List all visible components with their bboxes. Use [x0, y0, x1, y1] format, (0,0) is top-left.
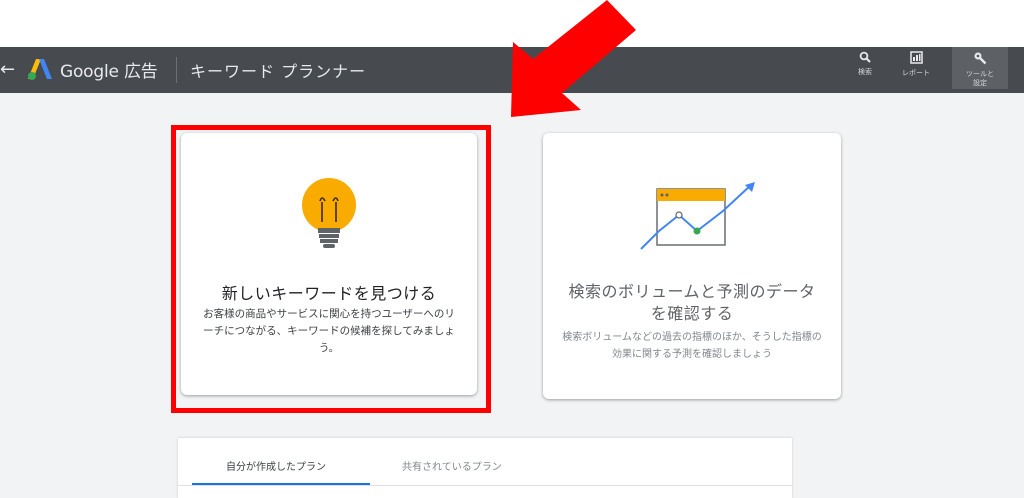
tab-shared-plans[interactable]: 共有されているプラン: [402, 458, 502, 473]
back-arrow-icon[interactable]: ←: [0, 59, 15, 80]
report-icon: [892, 51, 940, 68]
search-icon: [848, 51, 882, 67]
plans-tabs-panel: 自分が作成したプラン 共有されているプラン: [178, 438, 792, 498]
search-tool-label: 検索: [858, 68, 872, 76]
search-volume-forecast-description: 検索ボリュームなどの過去の指標のほか、そうした指標の効果に関する予測を確認しまし…: [562, 332, 822, 360]
tab-my-plans[interactable]: 自分が作成したプラン: [226, 458, 326, 473]
brand-name[interactable]: Google 広告: [60, 57, 158, 82]
tools-settings-label-2: 設定: [973, 79, 987, 87]
tools-settings-label-1: ツールと: [966, 70, 994, 78]
google-ads-logo: [28, 59, 52, 80]
header-divider: [176, 57, 177, 83]
tools-settings-button[interactable]: ツールと 設定: [952, 47, 1008, 89]
tabs-divider: [178, 485, 792, 486]
search-volume-forecast-card[interactable]: 検索のボリュームと予測のデータを確認する 検索ボリュームなどの過去の指標のほか、…: [543, 133, 841, 399]
search-volume-forecast-title: 検索のボリュームと予測のデータを確認する: [568, 282, 816, 323]
report-tool-label: レポート: [902, 69, 930, 77]
report-tool-button[interactable]: レポート: [892, 51, 940, 78]
wrench-icon: [952, 51, 1008, 69]
page-title: キーワード プランナー: [190, 62, 367, 81]
trend-chart-icon: [640, 182, 755, 250]
red-arrow-annotation: [511, 0, 636, 117]
red-highlight-box: [171, 125, 491, 413]
search-tool-button[interactable]: 検索: [848, 51, 882, 77]
